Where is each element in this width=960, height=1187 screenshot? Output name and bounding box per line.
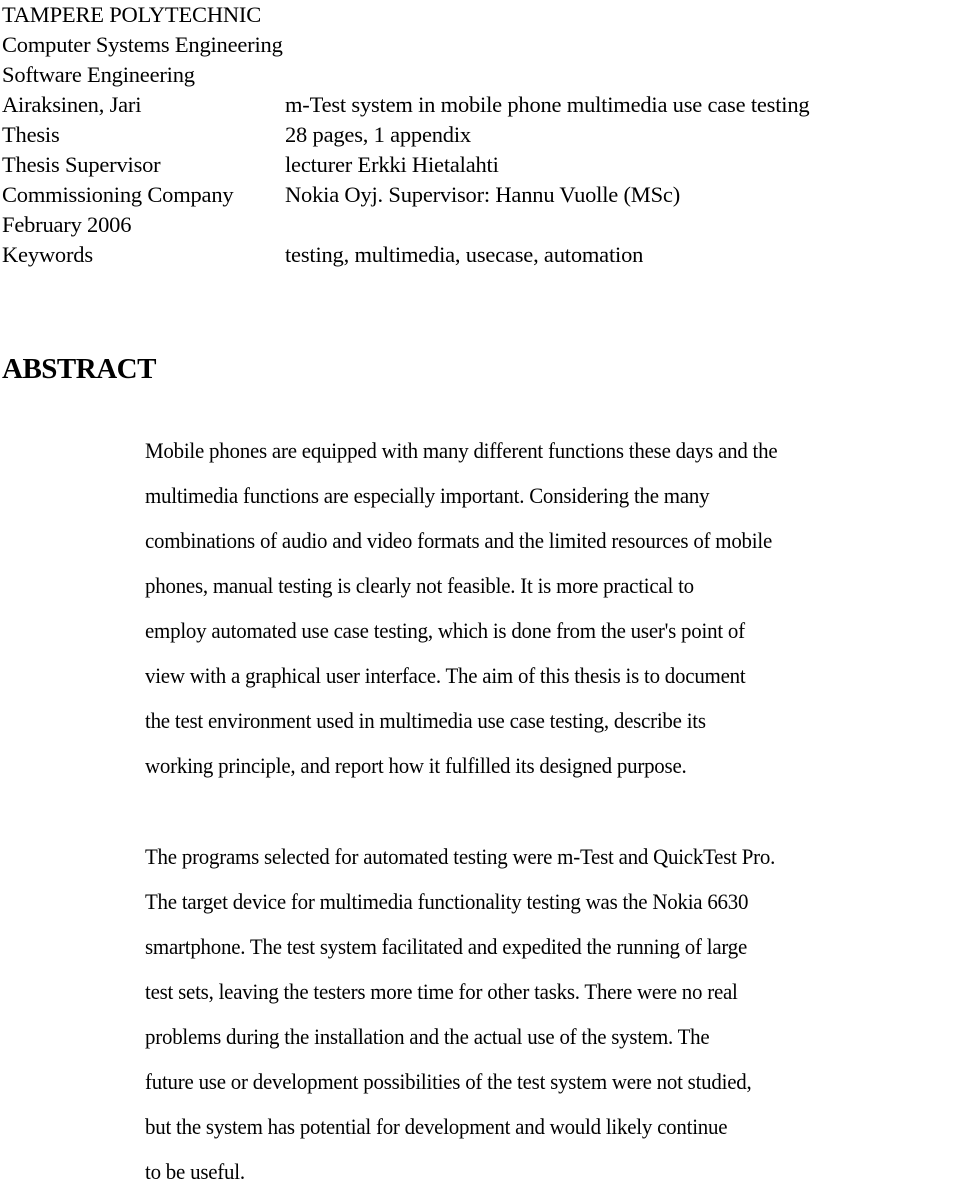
thesis-title: m-Test system in mobile phone multimedia… [285,92,810,117]
page-count: 28 pages, 1 appendix [285,122,471,147]
text-line: future use or development possibilities … [145,1069,752,1094]
abstract-heading: ABSTRACT [2,353,156,385]
keywords-value: testing, multimedia, usecase, automation [285,242,644,267]
text-line: problems during the installation and the… [145,1024,710,1049]
author-label: Airaksinen, Jari [2,92,142,117]
text-line: test sets, leaving the testers more time… [145,979,738,1004]
text-line: working principle, and report how it ful… [145,753,687,778]
degree-programme: Computer Systems Engineering [2,32,283,57]
text-line: Mobile phones are equipped with many dif… [145,438,778,463]
text-line: but the system has potential for develop… [145,1114,728,1139]
text-line: phones, manual testing is clearly not fe… [145,573,694,598]
thesis-label: Thesis [2,122,60,147]
keywords-label: Keywords [2,242,93,267]
text-line: smartphone. The test system facilitated … [145,934,748,959]
text-line: multimedia functions are especially impo… [145,483,710,508]
supervisor-value: lecturer Erkki Hietalahti [285,152,499,177]
text-line: The programs selected for automated test… [145,844,776,869]
text-line: the test environment used in multimedia … [145,708,706,733]
institution: TAMPERE POLYTECHNIC [2,2,262,27]
text-line: to be useful. [145,1159,245,1184]
text-line: view with a graphical user interface. Th… [145,663,746,688]
text-line: employ automated use case testing, which… [145,618,745,643]
company-value: Nokia Oyj. Supervisor: Hannu Vuolle (MSc… [285,182,680,207]
text-line: combinations of audio and video formats … [145,528,773,553]
company-label: Commissioning Company [2,182,234,207]
specialisation: Software Engineering [2,62,195,87]
text-line: The target device for multimedia functio… [145,889,749,914]
date: February 2006 [2,212,132,237]
supervisor-label: Thesis Supervisor [2,152,161,177]
